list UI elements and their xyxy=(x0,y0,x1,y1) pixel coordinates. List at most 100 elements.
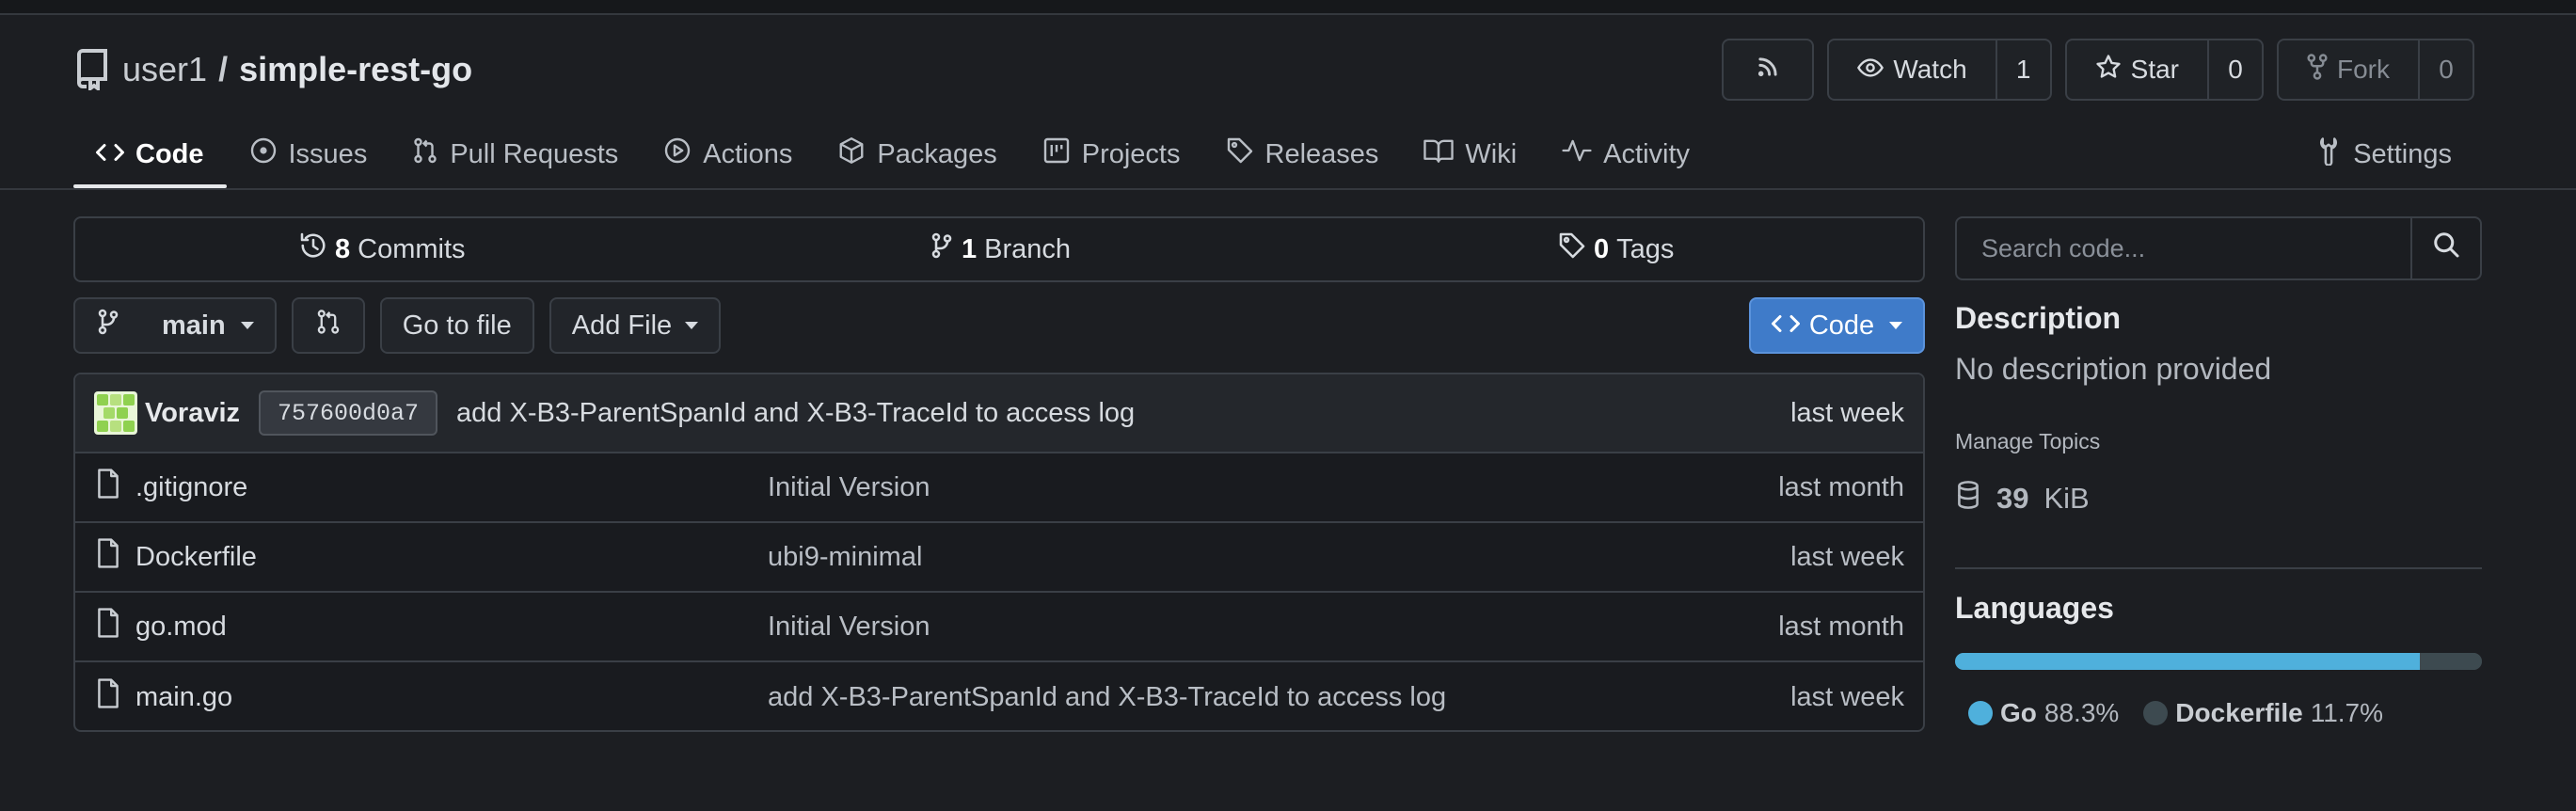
branches-count: 1 xyxy=(962,233,978,264)
tab-issues[interactable]: Issues xyxy=(227,120,390,188)
tab-projects[interactable]: Projects xyxy=(1020,120,1203,188)
language-item-go[interactable]: Go 88.3% xyxy=(1968,698,2119,728)
file-icon xyxy=(96,538,120,576)
chevron-down-icon xyxy=(685,322,699,329)
tab-settings[interactable]: Settings xyxy=(2315,120,2452,188)
repo-size-unit: KiB xyxy=(2043,482,2090,515)
fork-count[interactable]: 0 xyxy=(2418,40,2473,99)
play-icon xyxy=(663,136,692,172)
repo-owner-link[interactable]: user1 xyxy=(122,50,207,89)
watch-button[interactable]: Watch xyxy=(1829,40,1995,99)
repo-icon xyxy=(73,49,111,90)
file-list: Voraviz 757600d0a7 add X-B3-ParentSpanId… xyxy=(73,373,1925,732)
code-icon xyxy=(1771,310,1800,342)
file-name-link[interactable]: main.go xyxy=(135,682,232,713)
table-row: .gitignore Initial Version last month xyxy=(75,453,1923,523)
file-commit-time: last week xyxy=(1790,681,1904,712)
fork-button[interactable]: Fork xyxy=(2279,40,2418,99)
tag-icon xyxy=(1558,231,1586,267)
search-input[interactable] xyxy=(1957,218,2410,278)
watch-label: Watch xyxy=(1893,55,1967,84)
tags-count: 0 xyxy=(1594,233,1610,264)
project-icon xyxy=(1042,136,1071,172)
top-bar xyxy=(0,0,2576,15)
table-row: go.mod Initial Version last month xyxy=(75,593,1923,662)
tab-wiki[interactable]: Wiki xyxy=(1401,120,1539,188)
language-percent: 88.3% xyxy=(2043,698,2120,727)
star-icon xyxy=(2095,54,2122,87)
language-color-dot xyxy=(2143,701,2169,725)
compare-button[interactable] xyxy=(291,297,365,354)
history-icon xyxy=(299,231,327,267)
commits-count: 8 xyxy=(335,233,351,264)
file-commit-message-link[interactable]: Initial Version xyxy=(768,472,930,503)
tab-packages[interactable]: Packages xyxy=(815,120,1019,188)
book-icon xyxy=(1423,137,1455,171)
star-count[interactable]: 0 xyxy=(2207,40,2262,99)
commits-link[interactable]: 8 Commits xyxy=(299,218,466,280)
file-name-link[interactable]: .gitignore xyxy=(135,472,247,503)
file-commit-message-link[interactable]: add X-B3-ParentSpanId and X-B3-TraceId t… xyxy=(768,682,1446,713)
commit-author-link[interactable]: Voraviz xyxy=(145,398,240,429)
repo-separator: / xyxy=(218,50,229,88)
add-file-button[interactable]: Add File xyxy=(549,297,722,354)
tab-activity[interactable]: Activity xyxy=(1539,120,1712,188)
repo-name-link[interactable]: simple-rest-go xyxy=(239,50,472,89)
tab-releases[interactable]: Releases xyxy=(1203,120,1402,188)
table-row: main.go add X-B3-ParentSpanId and X-B3-T… xyxy=(75,662,1923,730)
tab-actions-label: Actions xyxy=(703,138,793,169)
repo-size-value: 39 xyxy=(1996,482,2029,515)
latest-commit-row: Voraviz 757600d0a7 add X-B3-ParentSpanId… xyxy=(75,374,1923,453)
tab-divider xyxy=(0,188,2576,190)
tab-issues-label: Issues xyxy=(288,138,368,169)
repo-size: 39 KiB xyxy=(1955,480,2090,517)
star-button-group: Star 0 xyxy=(2064,39,2264,101)
file-commit-time: last month xyxy=(1778,471,1904,502)
manage-topics-link[interactable]: Manage Topics xyxy=(1955,429,2100,454)
file-name-link[interactable]: go.mod xyxy=(135,612,227,643)
tab-code[interactable]: Code xyxy=(73,120,227,188)
eye-icon xyxy=(1857,55,1884,85)
language-legend: Go 88.3% Dockerfile 11.7% xyxy=(1968,698,2383,728)
file-icon xyxy=(96,608,120,645)
star-label: Star xyxy=(2130,55,2179,84)
go-to-file-button[interactable]: Go to file xyxy=(379,297,534,354)
language-bar xyxy=(1955,653,2482,670)
search-icon xyxy=(2432,231,2460,266)
tag-icon xyxy=(1226,136,1254,172)
language-percent: 11.7% xyxy=(2310,698,2384,727)
file-name-link[interactable]: Dockerfile xyxy=(135,542,257,573)
issue-icon xyxy=(249,136,278,172)
add-file-label: Add File xyxy=(571,310,673,341)
tab-actions[interactable]: Actions xyxy=(641,120,815,188)
commit-message-link[interactable]: add X-B3-ParentSpanId and X-B3-TraceId t… xyxy=(456,398,1135,429)
avatar[interactable] xyxy=(94,391,137,435)
file-commit-message-link[interactable]: Initial Version xyxy=(768,612,930,643)
watch-count[interactable]: 1 xyxy=(1995,40,2050,99)
repo-stats-bar: 8 Commits 1 Branch 0 Tags xyxy=(73,216,1925,282)
tab-activity-label: Activity xyxy=(1603,138,1691,169)
branch-selector[interactable]: main xyxy=(73,297,277,354)
package-icon xyxy=(837,136,866,172)
branch-icon xyxy=(930,231,954,267)
fork-icon xyxy=(2307,53,2328,87)
tab-packages-label: Packages xyxy=(877,138,997,169)
rss-icon xyxy=(1756,55,1780,86)
rss-button[interactable] xyxy=(1722,39,1815,101)
code-download-button[interactable]: Code xyxy=(1749,297,1925,354)
repo-actions: Watch 1 Star 0 Fork 0 xyxy=(1722,39,2474,101)
settings-icon xyxy=(2315,135,2342,173)
fork-label: Fork xyxy=(2337,55,2390,84)
language-item-dockerfile[interactable]: Dockerfile 11.7% xyxy=(2143,698,2383,728)
commit-sha-badge[interactable]: 757600d0a7 xyxy=(259,390,438,436)
repo-tabs: Code Issues Pull Requests Actions Packag… xyxy=(73,120,1712,188)
tab-pull-requests[interactable]: Pull Requests xyxy=(390,120,641,188)
search-button[interactable] xyxy=(2410,218,2480,278)
database-icon xyxy=(1955,480,1981,517)
branches-link[interactable]: 1 Branch xyxy=(930,218,1071,280)
tags-link[interactable]: 0 Tags xyxy=(1558,218,1674,280)
code-search xyxy=(1955,216,2482,280)
tab-projects-label: Projects xyxy=(1081,138,1181,169)
file-commit-message-link[interactable]: ubi9-minimal xyxy=(768,542,922,573)
star-button[interactable]: Star xyxy=(2067,40,2207,99)
